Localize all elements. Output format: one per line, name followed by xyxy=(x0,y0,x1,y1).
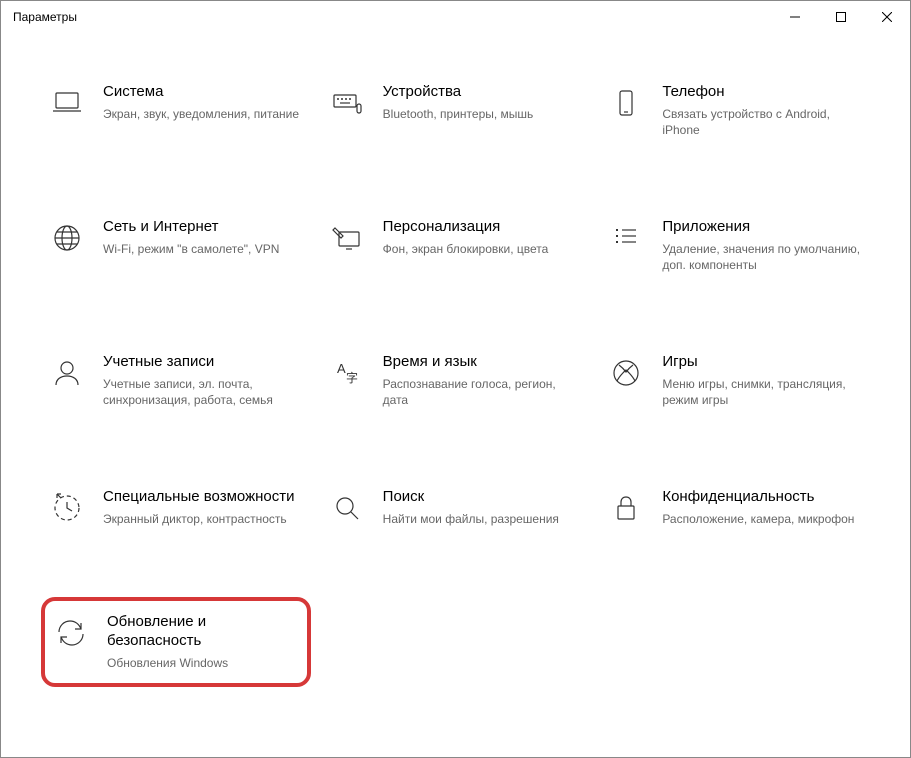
sync-icon xyxy=(53,615,89,651)
category-desc: Обновления Windows xyxy=(107,655,299,671)
category-title: Игры xyxy=(662,353,862,372)
keyboard-icon xyxy=(329,85,365,121)
category-title: Специальные возможности xyxy=(103,488,303,507)
settings-content: Система Экран, звук, уведомления, питани… xyxy=(1,33,910,707)
time-language-icon: A字 xyxy=(329,355,365,391)
category-desc: Фон, экран блокировки, цвета xyxy=(383,241,583,257)
category-title: Поиск xyxy=(383,488,583,507)
category-search[interactable]: Поиск Найти мои файлы, разрешения xyxy=(321,478,591,537)
minimize-button[interactable] xyxy=(772,1,818,33)
category-title: Конфиденциальность xyxy=(662,488,862,507)
category-desc: Связать устройство с Android, iPhone xyxy=(662,106,862,138)
category-title: Телефон xyxy=(662,83,862,102)
person-icon xyxy=(49,355,85,391)
category-personalization[interactable]: Персонализация Фон, экран блокировки, цв… xyxy=(321,208,591,283)
category-phone[interactable]: Телефон Связать устройство с Android, iP… xyxy=(600,73,870,148)
category-title: Приложения xyxy=(662,218,862,237)
svg-text:A: A xyxy=(337,361,346,376)
window-title: Параметры xyxy=(13,10,772,24)
category-accounts[interactable]: Учетные записи Учетные записи, эл. почта… xyxy=(41,343,311,418)
category-desc: Меню игры, снимки, трансляция, режим игр… xyxy=(662,376,862,408)
category-privacy[interactable]: Конфиденциальность Расположение, камера,… xyxy=(600,478,870,537)
svg-text:字: 字 xyxy=(346,370,358,385)
category-update-security[interactable]: Обновление и безопасность Обновления Win… xyxy=(41,597,311,687)
category-desc: Bluetooth, принтеры, мышь xyxy=(383,106,583,122)
category-title: Учетные записи xyxy=(103,353,303,372)
search-icon xyxy=(329,490,365,526)
category-title: Обновление и безопасность xyxy=(107,613,299,651)
category-apps[interactable]: Приложения Удаление, значения по умолчан… xyxy=(600,208,870,283)
pen-monitor-icon xyxy=(329,220,365,256)
category-title: Устройства xyxy=(383,83,583,102)
lock-icon xyxy=(608,490,644,526)
category-time-language[interactable]: A字 Время и язык Распознавание голоса, ре… xyxy=(321,343,591,418)
category-desc: Найти мои файлы, разрешения xyxy=(383,511,583,527)
category-desc: Распознавание голоса, регион, дата xyxy=(383,376,583,408)
category-desc: Экранный диктор, контрастность xyxy=(103,511,303,527)
category-title: Система xyxy=(103,83,303,102)
category-desc: Учетные записи, эл. почта, синхронизация… xyxy=(103,376,303,408)
maximize-button[interactable] xyxy=(818,1,864,33)
laptop-icon xyxy=(49,85,85,121)
window-controls xyxy=(772,1,910,33)
category-gaming[interactable]: Игры Меню игры, снимки, трансляция, режи… xyxy=(600,343,870,418)
category-devices[interactable]: Устройства Bluetooth, принтеры, мышь xyxy=(321,73,591,148)
globe-icon xyxy=(49,220,85,256)
category-desc: Экран, звук, уведомления, питание xyxy=(103,106,303,122)
category-title: Сеть и Интернет xyxy=(103,218,303,237)
xbox-icon xyxy=(608,355,644,391)
category-network[interactable]: Сеть и Интернет Wi-Fi, режим "в самолете… xyxy=(41,208,311,283)
phone-icon xyxy=(608,85,644,121)
category-grid: Система Экран, звук, уведомления, питани… xyxy=(41,73,870,687)
category-title: Персонализация xyxy=(383,218,583,237)
category-system[interactable]: Система Экран, звук, уведомления, питани… xyxy=(41,73,311,148)
category-desc: Расположение, камера, микрофон xyxy=(662,511,862,527)
close-button[interactable] xyxy=(864,1,910,33)
category-title: Время и язык xyxy=(383,353,583,372)
titlebar: Параметры xyxy=(1,1,910,33)
apps-icon xyxy=(608,220,644,256)
category-desc: Удаление, значения по умолчанию, доп. ко… xyxy=(662,241,862,273)
category-ease-of-access[interactable]: Специальные возможности Экранный диктор,… xyxy=(41,478,311,537)
category-desc: Wi-Fi, режим "в самолете", VPN xyxy=(103,241,303,257)
ease-of-access-icon xyxy=(49,490,85,526)
